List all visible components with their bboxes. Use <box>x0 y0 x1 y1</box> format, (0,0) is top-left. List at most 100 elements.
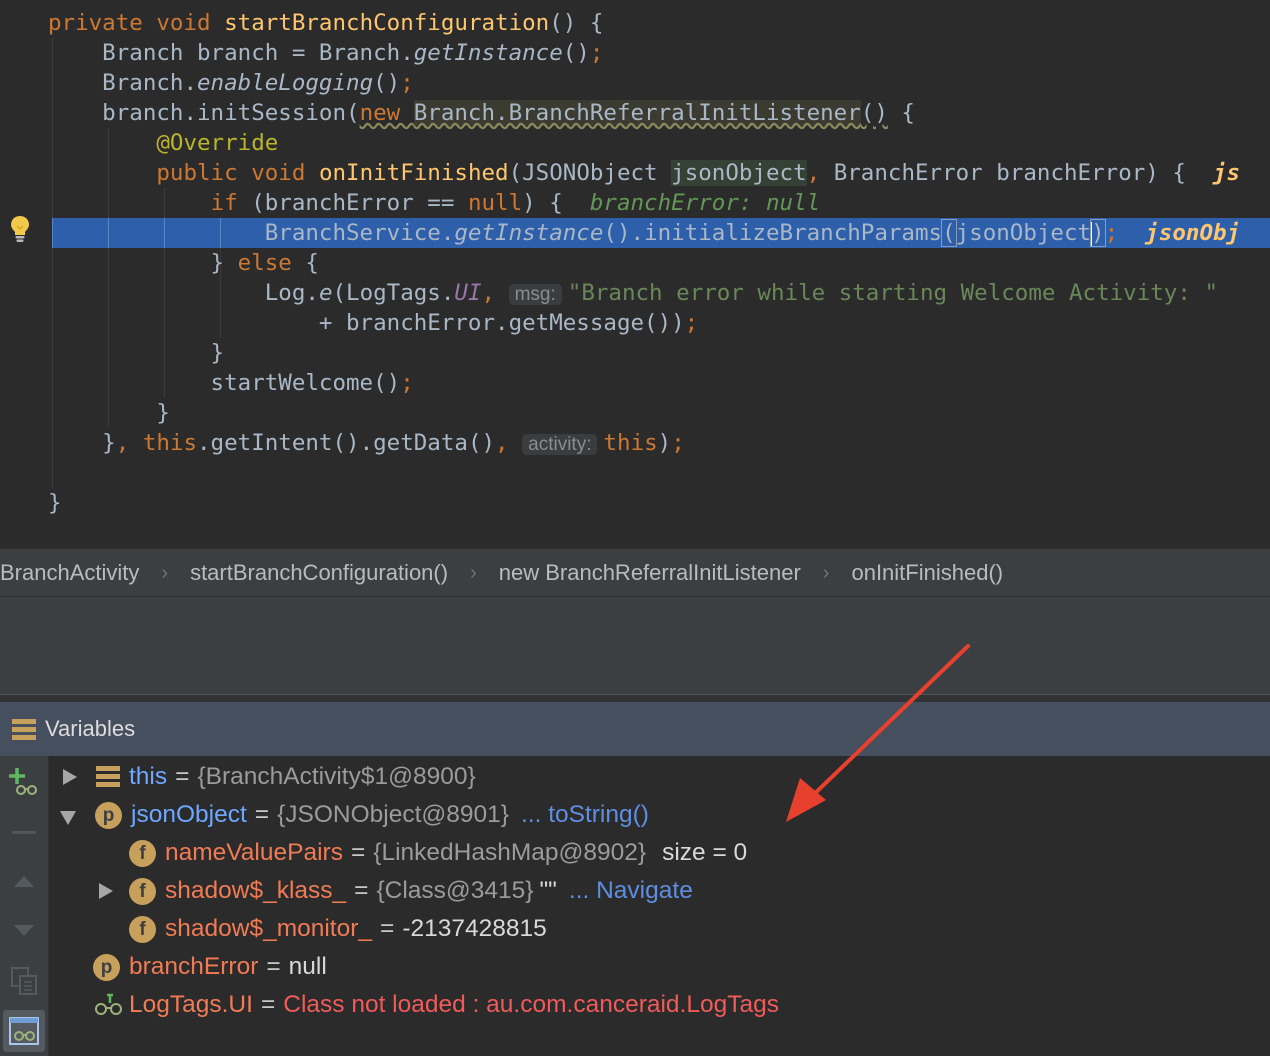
parameter-icon: p <box>95 801 122 829</box>
code-token: ; <box>671 430 685 456</box>
code-line[interactable]: } <box>0 398 1270 428</box>
remove-watch-icon[interactable] <box>12 831 36 834</box>
expand-arrow-icon[interactable] <box>57 758 81 796</box>
code-token: getInstance <box>454 220 604 246</box>
breadcrumb-item-listener[interactable]: new BranchReferralInitListener <box>499 560 801 586</box>
variables-panel-title: Variables <box>45 716 136 741</box>
code-token: startWelcome() <box>48 370 401 396</box>
variable-value: {LinkedHashMap@8902} <box>373 839 647 866</box>
code-token: ; <box>400 70 414 96</box>
code-token: } <box>48 250 238 276</box>
string-value: "" <box>539 877 557 904</box>
parameter-hint: msg: <box>508 284 562 305</box>
code-token: () <box>562 40 590 66</box>
add-watch-icon[interactable] <box>8 766 40 796</box>
indent-guide <box>164 218 165 248</box>
variable-row-namevaluepairs[interactable]: f nameValuePairs = {LinkedHashMap@8902} … <box>129 834 747 872</box>
code-token: BranchError branchError) { <box>833 160 1214 186</box>
code-token: Branch branch = Branch. <box>48 40 414 66</box>
code-token: jsonObject <box>955 220 1092 246</box>
code-line[interactable]: startWelcome(); <box>0 368 1270 398</box>
copy-icon[interactable] <box>10 966 40 996</box>
code-token: startBranchConfiguration <box>224 10 550 36</box>
code-token: (JSONObject <box>508 160 672 186</box>
code-token: jsonObj <box>1145 220 1241 246</box>
code-line[interactable] <box>0 458 1270 488</box>
code-line[interactable]: Log.e(LogTags.UI, msg: "Branch error whil… <box>0 278 1270 308</box>
equals-sign: = <box>354 877 369 904</box>
move-up-icon[interactable] <box>13 874 35 888</box>
variables-side-toolbar <box>0 756 49 1056</box>
variable-name: branchError <box>129 953 259 980</box>
variable-value: null <box>288 953 327 980</box>
code-token: ; <box>400 370 414 396</box>
variable-row-shadow-klass[interactable]: f shadow$_klass_ = {Class@3415} "" ... N… <box>93 872 693 910</box>
lightbulb-icon[interactable] <box>9 214 31 244</box>
variable-row-this[interactable]: this = {BranchActivity$1@8900} <box>57 758 476 796</box>
code-token: new <box>359 100 414 126</box>
code-token: } <box>48 490 62 516</box>
code-token: private <box>48 10 157 36</box>
variables-icon <box>12 719 36 740</box>
chevron-right-icon: › <box>822 561 830 584</box>
code-token: .getIntent().getData() <box>197 430 496 456</box>
code-token: js <box>1213 160 1241 186</box>
code-token: Log. <box>48 280 319 306</box>
variable-name: this <box>129 763 168 790</box>
variable-row-logtags-ui[interactable]: LogTags.UI = Class not loaded : au.com.c… <box>93 986 779 1024</box>
code-editor[interactable]: private void startBranchConfiguration() … <box>0 0 1270 548</box>
variable-row-shadow-monitor[interactable]: f shadow$_monitor_ = -2137428815 <box>129 910 547 948</box>
code-line[interactable]: Branch branch = Branch.getInstance(); <box>0 38 1270 68</box>
collapse-arrow-icon[interactable] <box>57 796 81 834</box>
breadcrumb-item-method[interactable]: startBranchConfiguration() <box>190 560 448 586</box>
code-line[interactable]: public void onInitFinished(JSONObject js… <box>0 158 1270 188</box>
equals-sign: = <box>266 953 281 980</box>
watches-icon <box>9 1017 39 1045</box>
code-token: branchError: null <box>589 190 821 216</box>
equals-sign: = <box>380 915 395 942</box>
code-token: ; <box>589 40 604 66</box>
code-token: if <box>210 190 252 216</box>
code-token: this <box>603 430 658 456</box>
variable-row-brancherror[interactable]: p branchError = null <box>93 948 327 986</box>
navigate-link[interactable]: ... Navigate <box>569 872 693 910</box>
code-token: else <box>237 250 306 276</box>
code-line[interactable]: if (branchError == null) { branchError: … <box>0 188 1270 218</box>
variable-row-jsonobject[interactable]: p jsonObject = {JSONObject@8901} ... toS… <box>57 796 649 834</box>
tostring-link[interactable]: ... toString() <box>521 796 649 834</box>
code-token: ( <box>941 219 957 247</box>
code-line[interactable]: private void startBranchConfiguration() … <box>0 8 1270 38</box>
code-line[interactable]: }, this.getIntent().getData(), activity:… <box>0 428 1270 458</box>
move-down-icon[interactable] <box>13 924 35 938</box>
code-token: void <box>156 10 225 36</box>
equals-sign: = <box>254 801 270 828</box>
code-line[interactable]: branch.initSession(new Branch.BranchRefe… <box>0 98 1270 128</box>
variable-name: nameValuePairs <box>165 839 343 866</box>
variables-tree: this = {BranchActivity$1@8900} p jsonObj… <box>49 756 1270 1056</box>
code-token: { <box>887 100 915 126</box>
breadcrumb: BranchActivity › startBranchConfiguratio… <box>0 548 1270 597</box>
code-line[interactable]: + branchError.getMessage()); <box>0 308 1270 338</box>
expand-arrow-icon[interactable] <box>93 872 117 910</box>
code-line[interactable]: } <box>0 488 1270 518</box>
code-line[interactable]: Branch.enableLogging(); <box>0 68 1270 98</box>
code-token: jsonObject <box>671 160 807 186</box>
show-watches-toggle[interactable] <box>3 1010 45 1052</box>
code-line[interactable]: } <box>0 338 1270 368</box>
code-token: (branchError == <box>251 190 468 216</box>
variable-name: LogTags.UI <box>129 991 253 1018</box>
code-line-current[interactable]: BranchService.getInstance().initializeBr… <box>52 218 1270 248</box>
breadcrumb-item-class[interactable]: BranchActivity <box>0 560 139 586</box>
code-token: enableLogging <box>197 70 374 96</box>
breadcrumb-item-callback[interactable]: onInitFinished() <box>851 560 1003 586</box>
code-token: } <box>48 400 170 426</box>
variable-value: {JSONObject@8901} <box>277 801 509 828</box>
code-line[interactable]: @Override <box>0 128 1270 158</box>
variable-value: -2137428815 <box>402 915 547 942</box>
code-line[interactable]: } else { <box>0 248 1270 278</box>
size-label: size = 0 <box>662 839 748 866</box>
